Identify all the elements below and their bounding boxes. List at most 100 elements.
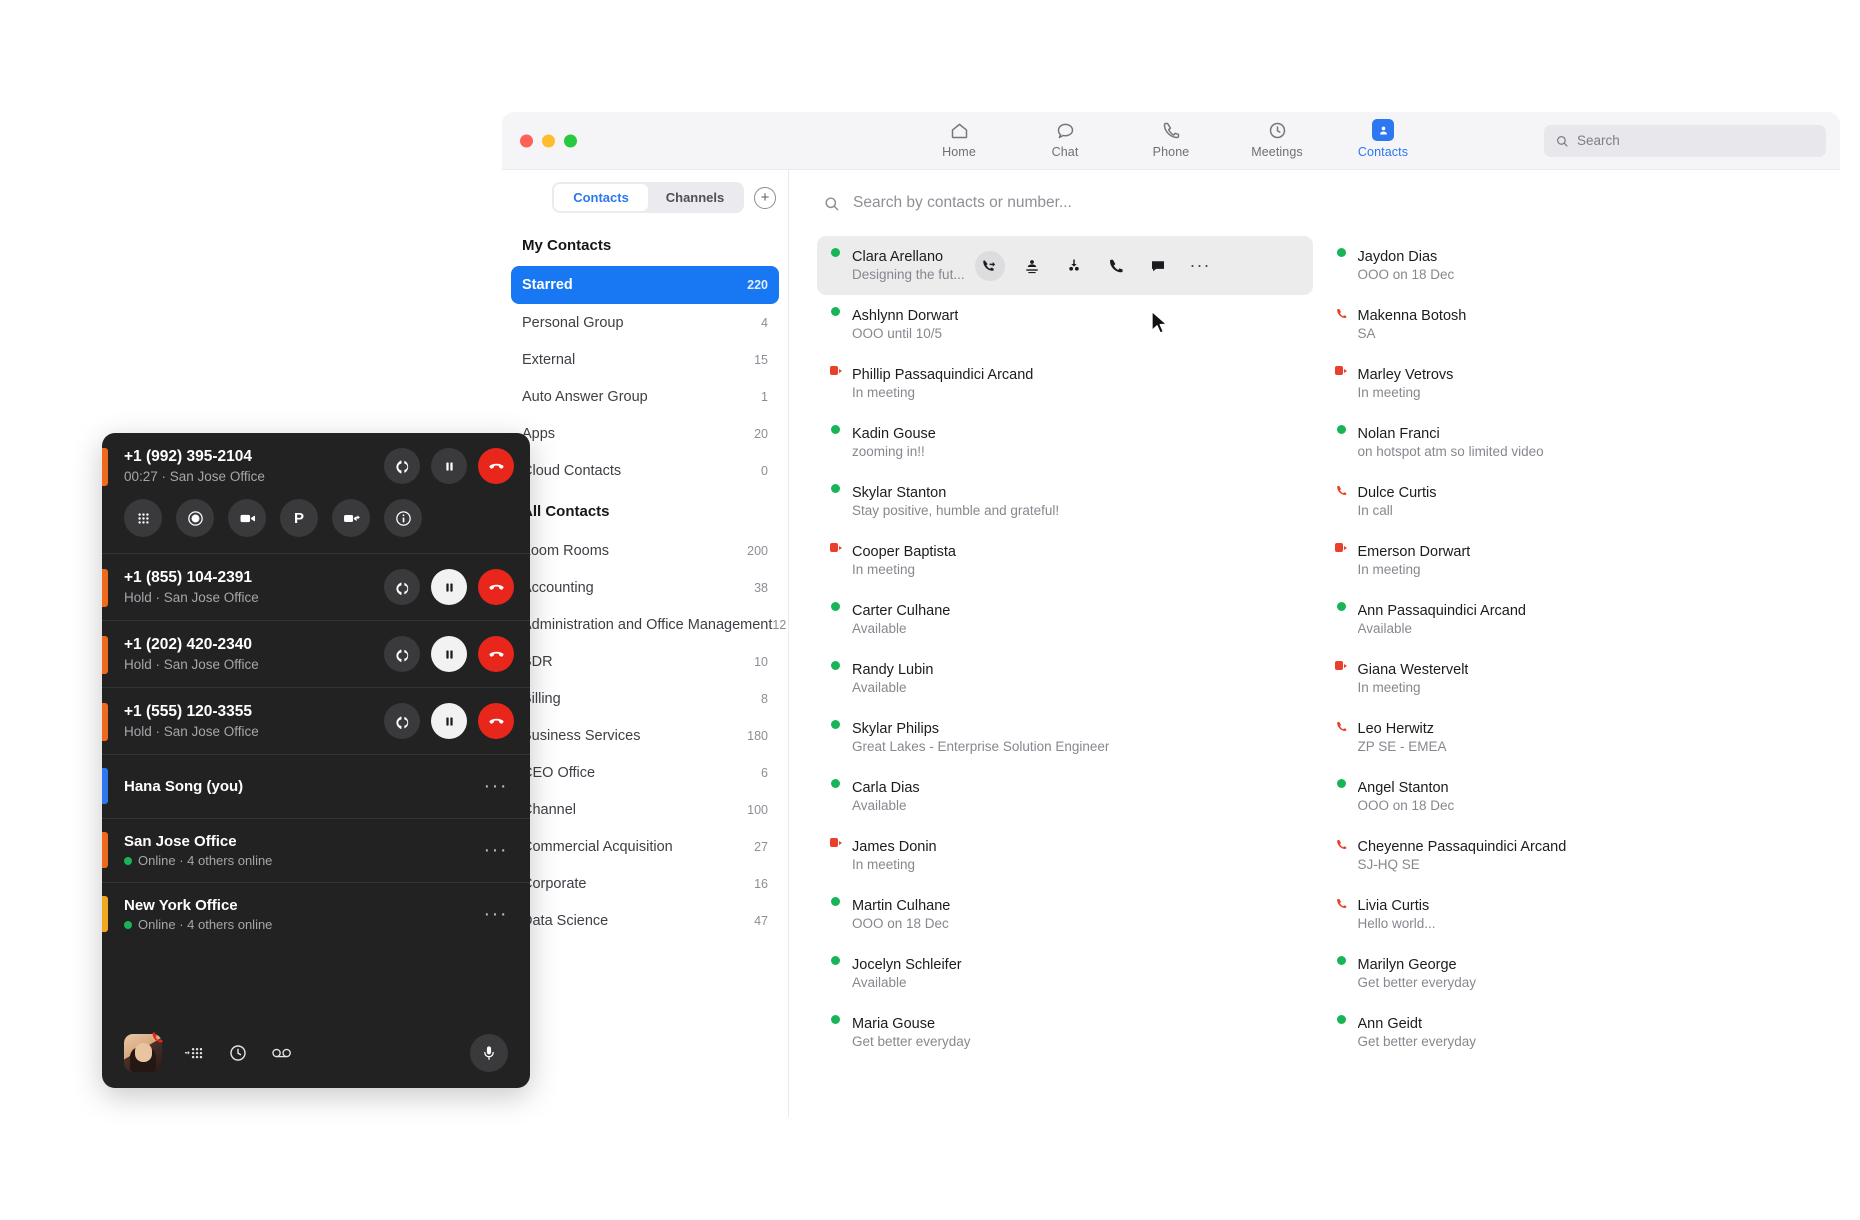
contact-row[interactable]: Skylar PhilipsGreat Lakes - Enterprise S… (817, 708, 1313, 767)
contact-row[interactable]: James DoninIn meeting (817, 826, 1313, 885)
more-icon[interactable]: ··· (484, 775, 508, 798)
transfer-icon[interactable] (384, 569, 420, 605)
tab-chat[interactable]: Chat (1027, 118, 1103, 159)
contact-row[interactable]: Ashlynn DorwartOOO until 10/5 (817, 295, 1313, 354)
close-icon[interactable] (520, 134, 533, 147)
dialpad-icon[interactable] (124, 499, 162, 537)
presence-available-icon (1335, 779, 1348, 788)
contact-row[interactable]: Randy LubinAvailable (817, 649, 1313, 708)
contact-row[interactable]: Nolan Francion hotspot atm so limited vi… (1323, 413, 1819, 472)
more-icon[interactable]: ··· (1185, 251, 1215, 281)
tab-home[interactable]: Home (921, 118, 997, 159)
contact-row[interactable]: Ann Passaquindici ArcandAvailable (1323, 590, 1819, 649)
contact-row[interactable]: Skylar StantonStay positive, humble and … (817, 472, 1313, 531)
minimize-icon[interactable] (542, 134, 555, 147)
contact-row[interactable]: Clara ArellanoDesigning the fut...··· (817, 236, 1313, 295)
sidebar-item-external[interactable]: External15 (502, 341, 788, 378)
sidebar-item-apps[interactable]: Apps20 (502, 415, 788, 452)
contact-row[interactable]: Marley VetrovsIn meeting (1323, 354, 1819, 413)
contact-row[interactable]: Dulce CurtisIn call (1323, 472, 1819, 531)
sidebar-item-billing[interactable]: Billing8 (502, 680, 788, 717)
sidebar-item-channel[interactable]: Channel100 (502, 791, 788, 828)
contact-row[interactable]: Ann GeidtGet better everyday (1323, 1003, 1819, 1062)
call-park-icon[interactable] (1059, 251, 1089, 281)
mic-icon[interactable] (470, 1034, 508, 1072)
contact-row[interactable]: Kadin Gousezooming in!! (817, 413, 1313, 472)
contact-row[interactable]: Leo HerwitzZP SE - EMEA (1323, 708, 1819, 767)
contact-row[interactable]: Makenna BotoshSA (1323, 295, 1819, 354)
resume-icon[interactable] (431, 703, 467, 739)
presence-row[interactable]: Hana Song (you)··· (102, 755, 530, 818)
sidebar-item-starred[interactable]: Starred220 (511, 266, 779, 304)
transfer-icon[interactable] (384, 636, 420, 672)
hangup-icon[interactable] (478, 703, 514, 739)
phone-bottom-bar (102, 1018, 530, 1088)
contact-row[interactable]: Jocelyn SchleiferAvailable (817, 944, 1313, 1003)
sidebar-item-zoom-rooms[interactable]: Zoom Rooms200 (502, 532, 788, 569)
hold-icon[interactable] (431, 448, 467, 484)
more-icon[interactable]: ··· (484, 839, 508, 862)
sidebar-item-auto-answer-group[interactable]: Auto Answer Group1 (502, 378, 788, 415)
record-icon[interactable] (176, 499, 214, 537)
contact-row[interactable]: Carter CulhaneAvailable (817, 590, 1313, 649)
phone-icon[interactable] (1101, 251, 1131, 281)
avatar[interactable] (124, 1034, 162, 1072)
contact-name: Emerson Dorwart (1358, 544, 1471, 560)
contact-row[interactable]: Martin CulhaneOOO on 18 Dec (817, 885, 1313, 944)
voicemail-icon[interactable] (270, 1043, 294, 1063)
sidebar-item-data-science[interactable]: Data Science47 (502, 902, 788, 939)
contact-row[interactable]: Giana WesterveltIn meeting (1323, 649, 1819, 708)
contact-row[interactable]: Phillip Passaquindici ArcandIn meeting (817, 354, 1313, 413)
call-history-icon[interactable] (228, 1043, 248, 1063)
transfer-icon[interactable] (384, 703, 420, 739)
call-transfer-icon[interactable] (975, 251, 1005, 281)
chat-icon[interactable] (1143, 251, 1173, 281)
hangup-icon[interactable] (478, 569, 514, 605)
sidebar-item-accounting[interactable]: Accounting38 (502, 569, 788, 606)
contact-row[interactable]: Cheyenne Passaquindici ArcandSJ-HQ SE (1323, 826, 1819, 885)
contact-row[interactable]: Cooper BaptistaIn meeting (817, 531, 1313, 590)
tab-contacts[interactable]: Contacts (1345, 118, 1421, 159)
sidebar-item-corporate[interactable]: Corporate16 (502, 865, 788, 902)
phone-call-panel: +1 (992) 395-2104 00:27 · San Jose Offic… (102, 433, 530, 1088)
presence-available-icon (829, 248, 842, 257)
sidebar-item-business-services[interactable]: Business Services180 (502, 717, 788, 754)
sidebar-scroll-area[interactable]: My Contacts Starred220Personal Group4Ext… (502, 229, 788, 1117)
presence-row[interactable]: San Jose OfficeOnline · 4 others online·… (102, 819, 530, 882)
invite-to-meeting-icon[interactable] (1017, 251, 1047, 281)
info-icon[interactable] (384, 499, 422, 537)
sidebar-tab-channels[interactable]: Channels (648, 184, 742, 211)
presence-in-meeting-icon (829, 838, 842, 847)
contact-row[interactable]: Emerson DorwartIn meeting (1323, 531, 1819, 590)
resume-icon[interactable] (431, 569, 467, 605)
resume-icon[interactable] (431, 636, 467, 672)
contact-row[interactable]: Angel StantonOOO on 18 Dec (1323, 767, 1819, 826)
hangup-icon[interactable] (478, 636, 514, 672)
sidebar-item-cloud-contacts[interactable]: Cloud Contacts0 (502, 452, 788, 489)
contacts-search-input[interactable]: Search by contacts or number... (789, 170, 1840, 236)
sidebar-item-administration-and-office-management[interactable]: Administration and Office Management12 (502, 606, 788, 643)
contact-row[interactable]: Carla DiasAvailable (817, 767, 1313, 826)
sidebar-tab-contacts[interactable]: Contacts (554, 184, 648, 211)
add-contact-button[interactable]: + (754, 187, 776, 209)
zoom-icon[interactable] (564, 134, 577, 147)
video-icon[interactable] (228, 499, 266, 537)
tab-phone[interactable]: Phone (1133, 118, 1209, 159)
global-search-input[interactable]: Search (1544, 125, 1826, 157)
presence-row[interactable]: New York OfficeOnline · 4 others online·… (102, 883, 530, 946)
more-icon[interactable]: ··· (484, 903, 508, 926)
hangup-icon[interactable] (478, 448, 514, 484)
tab-meetings[interactable]: Meetings (1239, 118, 1315, 159)
invite-to-meeting-icon[interactable] (332, 499, 370, 537)
new-call-dialpad-icon[interactable] (184, 1044, 206, 1063)
sidebar-item-ceo-office[interactable]: CEO Office6 (502, 754, 788, 791)
sidebar-item-personal-group[interactable]: Personal Group4 (502, 304, 788, 341)
sidebar-item-commercial-acquisition[interactable]: Commercial Acquisition27 (502, 828, 788, 865)
transfer-icon[interactable] (384, 448, 420, 484)
contact-row[interactable]: Jaydon DiasOOO on 18 Dec (1323, 236, 1819, 295)
contact-row[interactable]: Maria GouseGet better everyday (817, 1003, 1313, 1062)
contact-row[interactable]: Livia CurtisHello world... (1323, 885, 1819, 944)
contact-row[interactable]: Marilyn GeorgeGet better everyday (1323, 944, 1819, 1003)
sidebar-item-bdr[interactable]: BDR10 (502, 643, 788, 680)
park-icon[interactable]: P (280, 499, 318, 537)
